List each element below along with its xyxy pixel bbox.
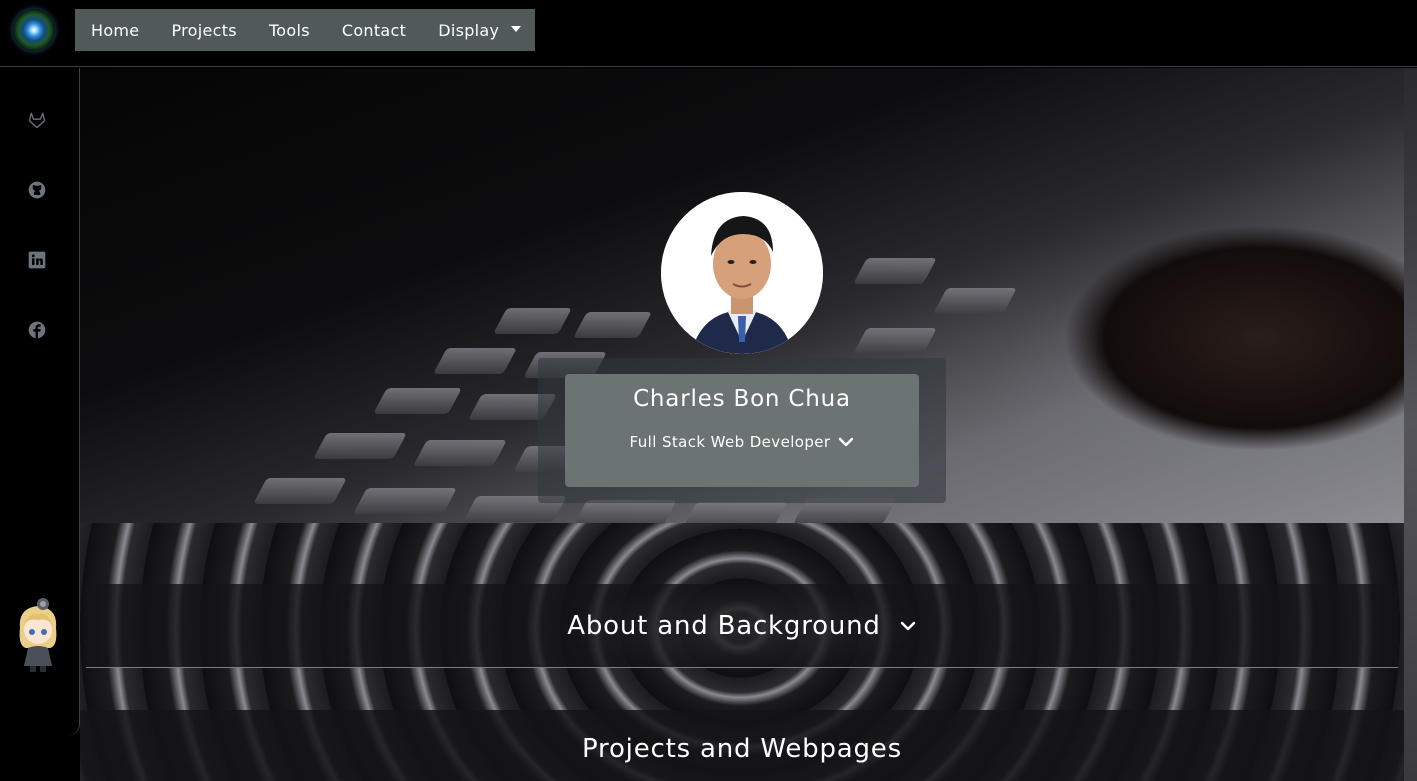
chevron-down-icon xyxy=(838,434,854,452)
caret-down-icon xyxy=(511,25,522,32)
chevron-down-icon xyxy=(899,618,917,637)
site-logo[interactable] xyxy=(13,9,55,51)
top-navbar: Home Projects Tools Contact Display xyxy=(0,0,1417,67)
about-section-header[interactable]: About and Background xyxy=(86,584,1398,668)
profile-name: Charles Bon Chua xyxy=(633,386,851,412)
hand-image xyxy=(920,178,1404,523)
social-sidebar xyxy=(0,68,80,736)
facebook-icon[interactable] xyxy=(27,320,47,340)
nav-display-dropdown[interactable]: Display xyxy=(438,20,522,40)
linkedin-icon[interactable] xyxy=(27,250,47,270)
projects-section-header[interactable]: Projects and Webpages xyxy=(80,710,1404,781)
nav-menu: Home Projects Tools Contact Display xyxy=(75,9,535,51)
nav-tools-link[interactable]: Tools xyxy=(269,21,310,40)
gitlab-icon[interactable] xyxy=(27,110,47,130)
profile-photo xyxy=(661,192,823,354)
profile-card: Charles Bon Chua Full Stack Web Develope… xyxy=(565,374,919,487)
nav-home-link[interactable]: Home xyxy=(91,21,139,40)
nav-projects-link[interactable]: Projects xyxy=(171,21,236,40)
github-icon[interactable] xyxy=(27,180,47,200)
profile-title: Full Stack Web Developer xyxy=(629,433,831,451)
mascot-avatar[interactable] xyxy=(10,598,66,673)
profile-title-toggle[interactable]: Full Stack Web Developer xyxy=(565,433,919,452)
scrollbar-track[interactable] xyxy=(1404,68,1417,781)
nav-contact-link[interactable]: Contact xyxy=(342,21,406,40)
about-section-title: About and Background xyxy=(567,610,881,641)
projects-section-title: Projects and Webpages xyxy=(582,734,902,764)
nav-display-label: Display xyxy=(438,20,500,40)
